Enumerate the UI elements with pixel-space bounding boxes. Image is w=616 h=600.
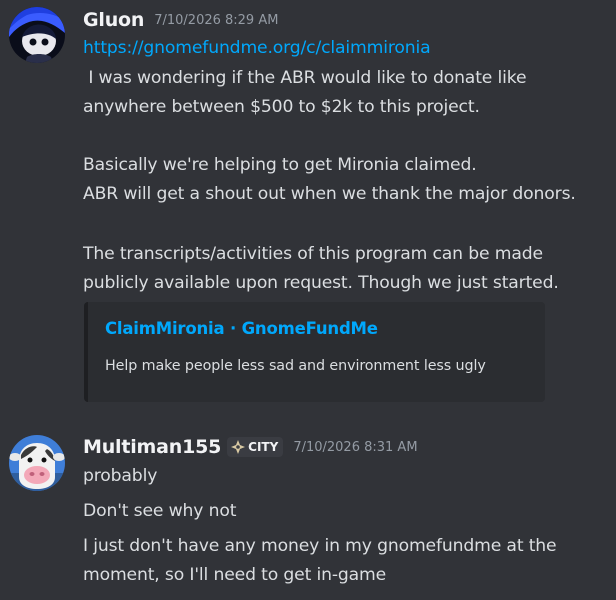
avatar[interactable] [9,7,65,63]
avatar[interactable] [9,435,65,491]
compass-icon [231,440,246,454]
username[interactable]: Gluon [83,9,144,31]
clan-tag-label: CITY [248,440,279,454]
timestamp[interactable]: 7/10/2026 8:29 AM [154,13,278,28]
message-text-line: Basically we're helping to get Mironia c… [83,155,477,175]
cow-avatar-icon [9,435,65,491]
message-text-line: publicly available upon request. Though … [83,273,559,293]
message-text-line: I was wondering if the ABR would like to… [83,68,527,88]
embed-title[interactable]: ClaimMironia · GnomeFundMe [105,319,378,338]
message-text-line: The transcripts/activities of this progr… [83,244,543,264]
message-header: Multiman155 CITY 7/10/2026 8:31 AM [83,436,418,458]
avatar-icon [9,7,65,63]
message-link[interactable]: https://gnomefundme.org/c/claimmironia [83,38,431,58]
message-text-line: anywhere between $500 to $2k to this pro… [83,97,480,117]
timestamp[interactable]: 7/10/2026 8:31 AM [293,440,417,455]
link-embed: ClaimMironia · GnomeFundMe Help make peo… [84,302,545,402]
message-text-line: moment, so I'll need to get in-game [83,565,387,585]
username[interactable]: Multiman155 [83,436,221,458]
message-text-line: ABR will get a shout out when we thank t… [83,184,576,204]
embed-description: Help make people less sad and environmen… [105,358,486,374]
message-text-line: probably [83,466,158,486]
clan-tag[interactable]: CITY [227,437,284,457]
message-text-line: Don't see why not [83,501,237,521]
message-header: Gluon 7/10/2026 8:29 AM [83,9,278,31]
message-text-line: I just don't have any money in my gnomef… [83,536,557,556]
